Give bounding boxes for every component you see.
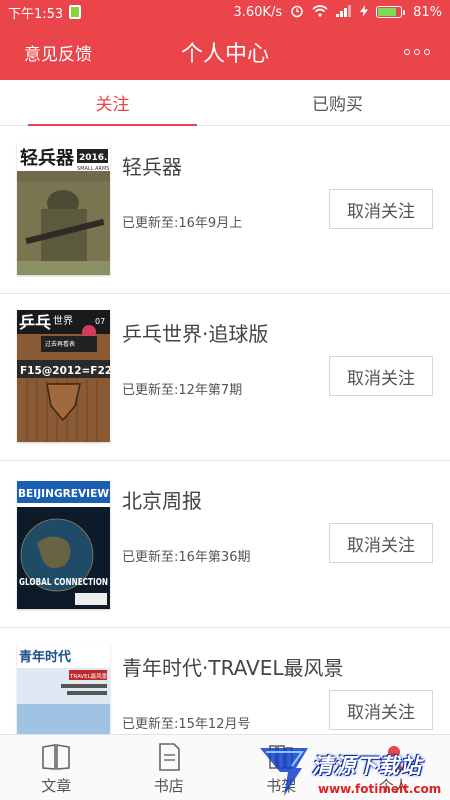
tab-articles[interactable]: 文章 [0, 735, 113, 800]
page-title: 个人中心 [180, 42, 269, 67]
magazine-title[interactable]: 轻兵器 [122, 151, 182, 180]
cover-headline: F15@2012=F22 [20, 365, 110, 377]
tab-following[interactable]: 关注 [0, 80, 225, 126]
notification-icon [69, 5, 82, 19]
document-icon [154, 743, 184, 771]
magazine-update-status: 已更新至:15年12月号 [122, 717, 251, 732]
list-item[interactable]: 轻兵器 2016.8 SMALL ARMS 轻兵器 已更新至:16年9月上 取消… [0, 127, 450, 294]
unfollow-button[interactable]: 取消关注 [329, 189, 433, 229]
magazine-title[interactable]: 青年时代·TRAVEL最风景 [122, 652, 344, 681]
tab-profile-label: 个人 [378, 777, 409, 795]
cover-masthead: 青年时代 [19, 649, 71, 665]
magazine-title[interactable]: 北京周报 [122, 485, 202, 514]
active-tab-indicator [28, 124, 197, 126]
wifi-icon [312, 5, 328, 19]
bookshelf-icon [266, 743, 296, 771]
tab-bookshelf-label: 书架 [266, 777, 297, 795]
cover-issue: 2016.8 [79, 153, 110, 163]
list-item[interactable]: BEIJINGREVIEW GLOBAL CONNECTION 北京周报 已更新… [0, 461, 450, 628]
magazine-update-status: 已更新至:16年9月上 [122, 216, 243, 231]
unfollow-button[interactable]: 取消关注 [329, 356, 433, 396]
magazine-cover[interactable]: BEIJINGREVIEW GLOBAL CONNECTION [17, 477, 110, 609]
unfollow-button[interactable]: 取消关注 [329, 523, 433, 563]
person-icon [379, 743, 409, 771]
cover-masthead: 轻兵器 [20, 147, 75, 169]
cover-masthead: 乒乓 [19, 313, 51, 332]
cover-small-text: 过去再看表 [45, 340, 75, 348]
cover-masthead: BEIJINGREVIEW [18, 487, 109, 500]
battery-icon [376, 6, 406, 18]
magazine-update-status: 已更新至:12年第7期 [122, 383, 243, 398]
tab-articles-label: 文章 [41, 777, 72, 795]
magazine-title[interactable]: 乒乓世界·追球版 [122, 318, 268, 347]
bottom-tab-bar: 文章 书店 书架 个人 [0, 734, 450, 800]
battery-percent: 81% [413, 4, 442, 20]
cover-sub: TRAVEL最风景 [69, 673, 108, 680]
tab-bookshelf[interactable]: 书架 [225, 735, 338, 800]
list-item[interactable]: 青年时代 TRAVEL最风景 青年时代·TRAVEL最风景 已更新至:15年12… [0, 628, 450, 734]
charging-icon [360, 5, 369, 19]
app-header: 意见反馈 个人中心 [0, 24, 450, 80]
tab-bar: 关注 已购买 [0, 80, 450, 126]
magazine-update-status: 已更新至:16年第36期 [122, 550, 251, 565]
status-time: 下午1:53 [8, 6, 64, 22]
cover-issue: 07 [95, 317, 105, 326]
tab-profile[interactable]: 个人 [338, 735, 450, 800]
network-speed: 3.60K/s [233, 4, 283, 20]
cover-masthead-2: 世界 [53, 315, 73, 327]
magazine-cover[interactable]: 乒乓 世界 07 过去再看表 F15@2012=F22 [17, 310, 110, 442]
signal-icon [336, 5, 352, 19]
tab-following-label: 关注 [95, 95, 130, 115]
tab-bookstore-label: 书店 [153, 777, 184, 795]
cover-headline: GLOBAL CONNECTION [19, 577, 108, 588]
magazine-list: 轻兵器 2016.8 SMALL ARMS 轻兵器 已更新至:16年9月上 取消… [0, 127, 450, 734]
unfollow-button[interactable]: 取消关注 [329, 690, 433, 730]
status-bar: 下午1:53 3.60K/s 81% [0, 0, 450, 24]
book-open-icon [41, 743, 71, 771]
cover-sub: SMALL ARMS [77, 166, 109, 172]
more-dots-icon[interactable] [404, 24, 430, 80]
tab-purchased-label: 已购买 [312, 95, 363, 115]
magazine-cover[interactable]: 轻兵器 2016.8 SMALL ARMS [17, 143, 110, 275]
tab-purchased[interactable]: 已购买 [225, 80, 450, 125]
magazine-cover[interactable]: 青年时代 TRAVEL最风景 [17, 644, 110, 734]
alarm-icon [290, 4, 304, 20]
tab-bookstore[interactable]: 书店 [113, 735, 226, 800]
list-item[interactable]: 乒乓 世界 07 过去再看表 F15@2012=F22 乒乓世界·追球版 已更新… [0, 294, 450, 461]
